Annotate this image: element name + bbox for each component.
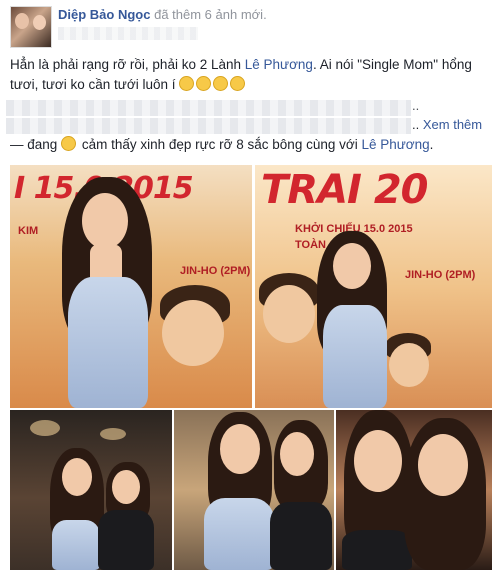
woman-dress: [204, 498, 274, 570]
post-text-segment: Hẳn là phải rạng rỡ rồi, phải ko 2 Lành: [10, 57, 245, 72]
feeling-end: .: [429, 137, 434, 152]
blurred-text-line: [6, 118, 411, 134]
person-face: [162, 300, 224, 366]
grin-emoji-icon: [196, 76, 212, 91]
see-more: .. Xem thêm: [412, 117, 482, 132]
facebook-post: Diệp Bảo Ngọc đã thêm 6 ảnh mới. Hẳn là …: [0, 0, 500, 571]
woman-dark-dress: [98, 510, 154, 570]
photo-4[interactable]: [174, 410, 334, 570]
author-avatar[interactable]: [10, 6, 52, 48]
woman-face: [280, 432, 314, 476]
avatar-face-left: [15, 13, 29, 29]
woman-face: [82, 193, 128, 249]
woman-face: [333, 243, 371, 289]
post-action-text: đã thêm 6 ảnh mới.: [154, 7, 267, 22]
woman-face: [418, 434, 468, 496]
post-text-line-2: tươi, tươi ko cần tưới luôn í: [10, 75, 247, 95]
light-spot: [100, 428, 126, 440]
woman-face: [62, 458, 92, 496]
poster-caption: JIN-HO (2PM): [180, 265, 251, 277]
grin-emoji-icon: [179, 76, 195, 91]
feeling-prefix: — đang: [10, 137, 58, 152]
mention-le-phuong[interactable]: Lê Phương: [245, 57, 313, 72]
post-meta-blurred: [58, 27, 198, 40]
grin-emoji-icon: [230, 76, 246, 91]
woman-dark-dress: [342, 530, 412, 570]
author-name-link[interactable]: Diệp Bảo Ngọc: [58, 7, 150, 22]
ellipsis: ..: [412, 117, 420, 132]
photo-5[interactable]: [336, 410, 492, 570]
feeling-text: cảm thấy xinh đẹp rực rỡ 8 sắc bông cùng…: [81, 137, 362, 152]
feeling-line: — đang cảm thấy xinh đẹp rực rỡ 8 sắc bô…: [10, 135, 433, 155]
person-face: [263, 285, 315, 343]
woman-face: [112, 470, 140, 504]
grin-emoji-icon: [213, 76, 229, 91]
poster-subtitle: KIM: [18, 225, 39, 237]
post-text-line-1: Hẳn là phải rạng rỡ rồi, phải ko 2 Lành …: [10, 55, 472, 75]
see-more-link[interactable]: Xem thêm: [423, 117, 482, 132]
feeling-emoji-icon: [61, 136, 77, 151]
mention-le-phuong-feeling[interactable]: Lê Phương: [361, 137, 429, 152]
avatar-face-right: [33, 15, 46, 30]
post-header: Diệp Bảo Ngọc đã thêm 6 ảnh mới.: [58, 7, 267, 22]
woman-face: [220, 424, 260, 474]
woman-face: [354, 430, 402, 492]
poster-caption: JIN-HO (2PM): [405, 269, 476, 281]
person-face: [389, 343, 429, 387]
poster-title: TRAI 20: [261, 167, 429, 213]
post-text-segment: . Ai nói "Single Mom" hổng: [312, 57, 472, 72]
light-spot: [30, 420, 60, 436]
woman-dress: [323, 305, 387, 408]
photo-1[interactable]: I 15.0 2015 KIM JIN-HO (2PM): [10, 165, 252, 408]
woman-dress: [52, 520, 100, 570]
post-text-segment: tươi, tươi ko cần tưới luôn í: [10, 77, 176, 92]
photo-2[interactable]: TRAI 20 KHỞI CHIẾU 15.0 2015 TOÀN QUỐC J…: [255, 165, 492, 408]
photo-3[interactable]: [10, 410, 172, 570]
woman-dark-dress: [270, 502, 332, 570]
ellipsis: ..: [412, 98, 420, 113]
blurred-text-line: [6, 100, 411, 116]
woman-dress: [68, 277, 148, 408]
